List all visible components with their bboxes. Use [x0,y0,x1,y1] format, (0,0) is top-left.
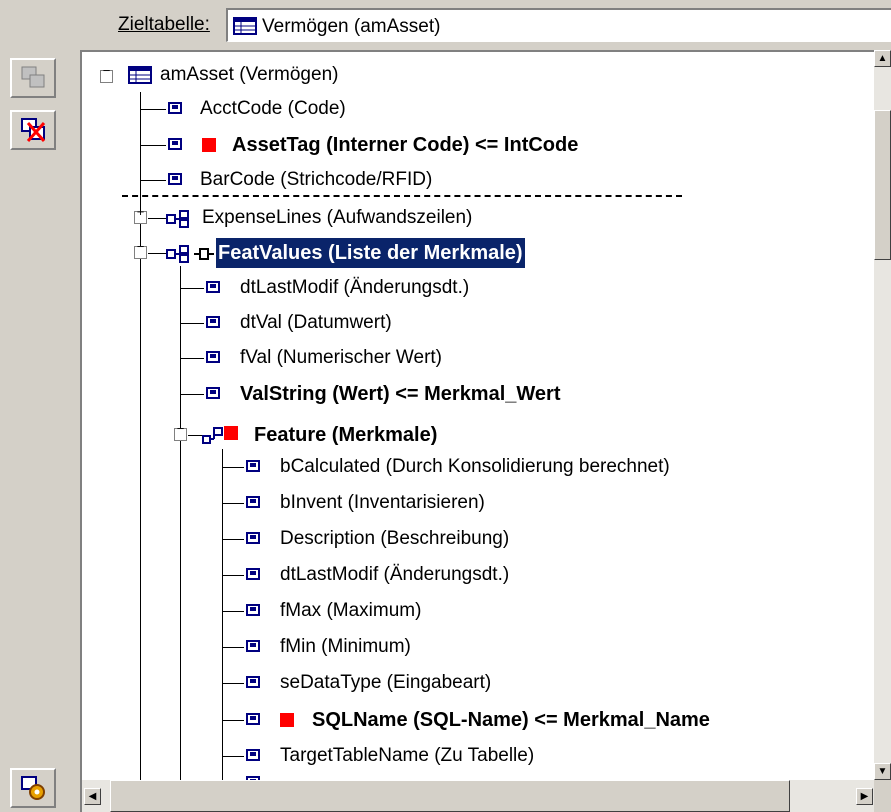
collapse-toggle[interactable]: − [100,63,113,83]
field-tree-panel: − amAsset (Vermögen) AcctCode (Code) Ass… [80,50,891,812]
settings-icon [21,776,45,800]
delete-mapping-icon [21,118,46,142]
field-tree: − amAsset (Vermögen) AcctCode (Code) Ass… [82,52,877,793]
field-icon [246,676,260,688]
field-icon [246,532,260,544]
target-table-label: Zieltabelle: [118,14,210,35]
scroll-down-button[interactable]: ▼ [874,763,891,780]
pin-icon [194,248,214,260]
target-table-value: Vermögen (amAsset) [262,16,441,37]
vertical-scroll-thumb[interactable] [874,110,891,260]
field-icon [246,496,260,508]
horizontal-scrollbar[interactable]: ◀ ▶ [82,780,874,812]
scrollbar-corner [874,780,891,812]
copy-table-button[interactable] [10,58,56,98]
field-icon [168,138,182,150]
collapse-toggle[interactable]: − [134,239,147,259]
mapped-marker-icon [224,426,238,440]
left-toolbar [0,48,80,812]
scroll-left-button[interactable]: ◀ [84,788,101,805]
field-icon [206,281,220,293]
field-icon [246,568,260,580]
link-list-icon [166,245,189,263]
mapped-marker-icon [280,713,294,727]
scroll-right-button[interactable]: ▶ [856,788,873,805]
target-table-bar: Zieltabelle: Vermögen (amAsset) [0,0,891,48]
insertion-marker [122,195,682,197]
link-list-icon [166,210,189,228]
table-icon [128,66,152,84]
settings-button[interactable] [10,768,56,808]
field-icon [206,387,220,399]
field-icon [246,713,260,725]
vertical-scrollbar[interactable]: ▲ ▼ [874,50,891,780]
field-icon [246,640,260,652]
horizontal-scroll-thumb[interactable] [110,780,790,812]
collapse-toggle[interactable]: − [174,421,187,441]
copy-table-icon [21,66,45,88]
tree-root-label: amAsset (Vermögen) [160,64,339,85]
expand-toggle[interactable]: + [134,204,147,224]
mapped-marker-icon [202,138,216,152]
field-icon [246,460,260,472]
field-icon [246,749,260,761]
delete-mapping-button[interactable] [10,110,56,150]
scroll-up-button[interactable]: ▲ [874,50,891,67]
field-icon [206,316,220,328]
field-icon [168,173,182,185]
target-table-select[interactable]: Vermögen (amAsset) [226,8,891,42]
field-icon [168,102,182,114]
table-icon [233,17,257,41]
field-icon [206,351,220,363]
field-icon [246,604,260,616]
